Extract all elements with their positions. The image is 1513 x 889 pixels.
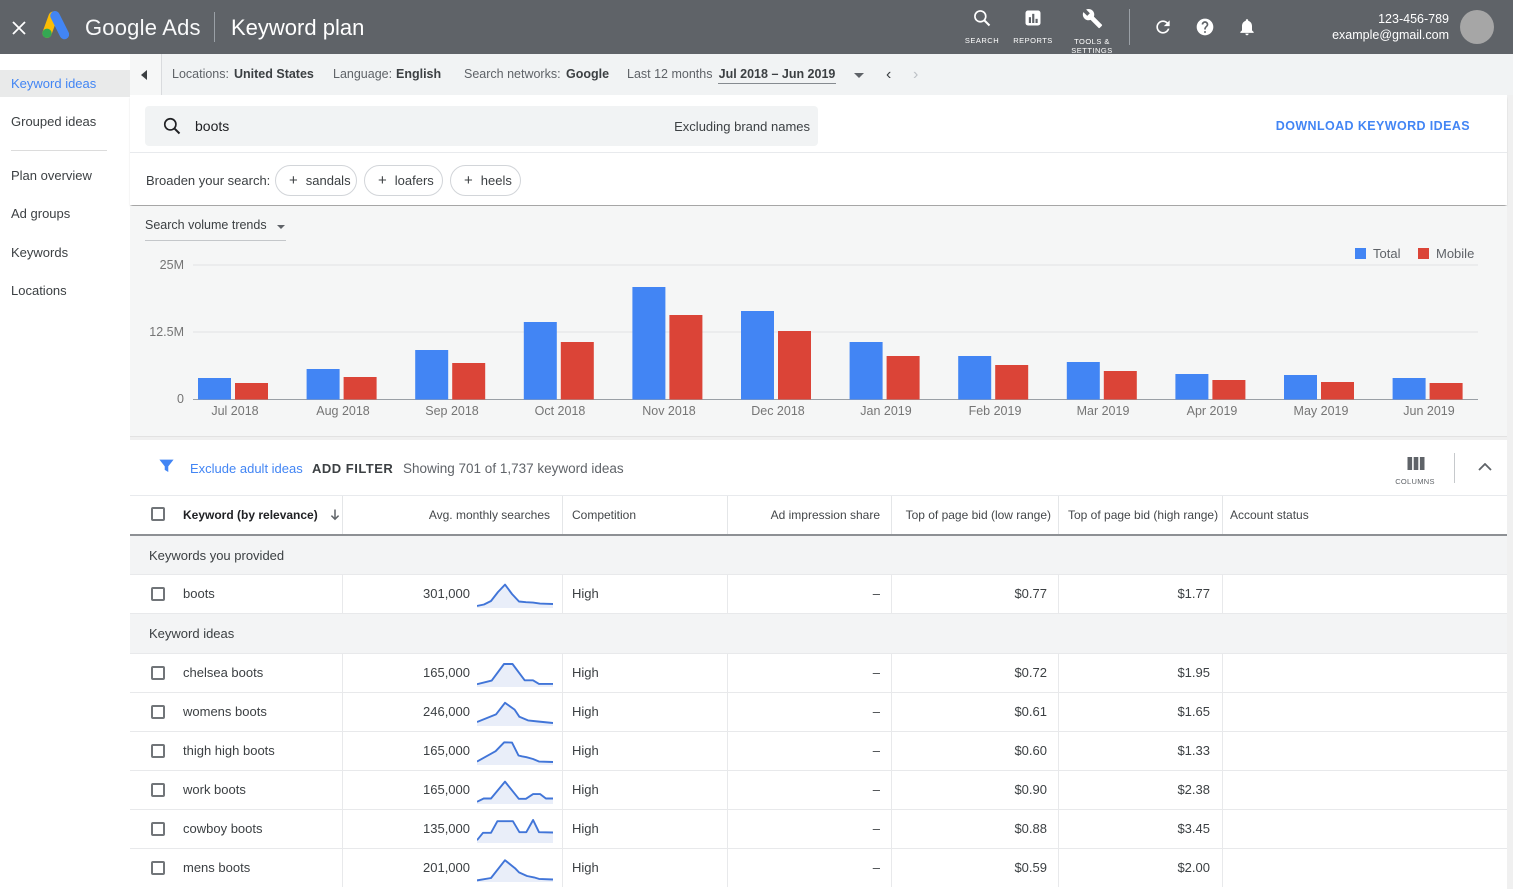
svg-text:Sep 2018: Sep 2018: [425, 404, 479, 418]
svg-text:Aug 2018: Aug 2018: [316, 404, 370, 418]
svg-text:Oct 2018: Oct 2018: [535, 404, 586, 418]
svg-text:Jun 2019: Jun 2019: [1403, 404, 1454, 418]
svg-text:Mar 2019: Mar 2019: [1077, 404, 1130, 418]
svg-text:0: 0: [177, 392, 184, 406]
svg-text:Apr 2019: Apr 2019: [1187, 404, 1238, 418]
svg-text:Jul 2018: Jul 2018: [211, 404, 258, 418]
svg-text:25M: 25M: [160, 258, 184, 272]
svg-text:Mobile: Mobile: [1436, 246, 1474, 261]
svg-text:Nov 2018: Nov 2018: [642, 404, 696, 418]
svg-text:Jan 2019: Jan 2019: [860, 404, 911, 418]
svg-text:Total: Total: [1373, 246, 1401, 261]
svg-text:12.5M: 12.5M: [149, 325, 184, 339]
svg-text:Feb 2019: Feb 2019: [969, 404, 1022, 418]
svg-text:Dec 2018: Dec 2018: [751, 404, 805, 418]
svg-text:May 2019: May 2019: [1294, 404, 1349, 418]
